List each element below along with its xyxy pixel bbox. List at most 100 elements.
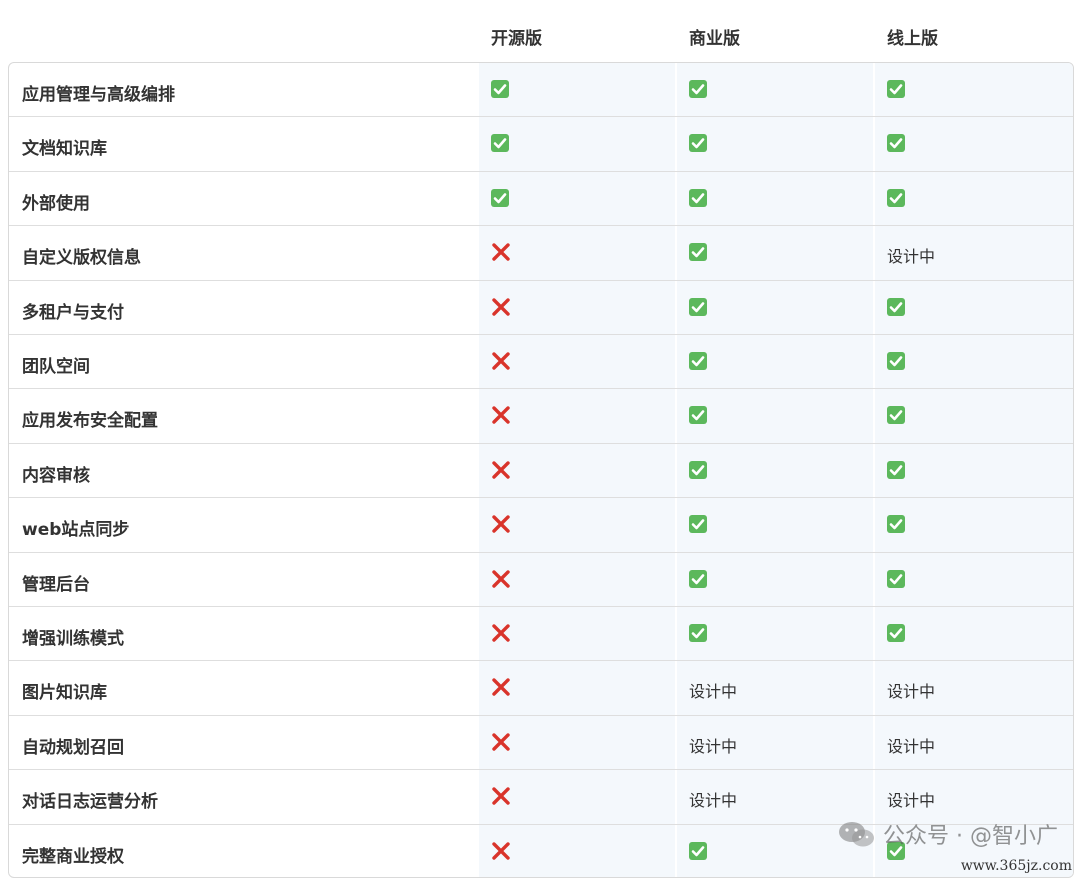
check-box-icon	[491, 188, 509, 207]
status-text: 设计中	[887, 736, 936, 756]
cell-online	[887, 460, 909, 482]
check-box-icon	[689, 515, 707, 534]
cell-commercial	[689, 242, 711, 264]
cell-open-source	[491, 841, 513, 863]
cell-open-source	[491, 786, 513, 808]
cell-online	[887, 188, 909, 210]
feature-label: 自定义版权信息	[22, 248, 141, 269]
cross-mark-icon	[491, 732, 511, 752]
cross-mark-icon	[491, 242, 511, 262]
check-box-icon	[887, 460, 905, 479]
cross-mark-icon	[491, 569, 511, 589]
table-row: 内容审核	[9, 444, 1073, 499]
wechat-icon	[839, 822, 875, 847]
feature-label: 团队空间	[22, 357, 90, 377]
cell-commercial	[689, 623, 711, 645]
cell-online	[887, 351, 909, 373]
cell-open-source	[491, 514, 513, 536]
table-row: 应用管理与高级编排	[9, 63, 1073, 118]
table-header: 开源版 商业版 线上版	[0, 0, 1080, 62]
cell-commercial	[689, 841, 711, 863]
cell-commercial	[689, 188, 711, 210]
table-row: 文档知识库	[9, 117, 1073, 172]
table-row: 应用发布安全配置	[9, 389, 1073, 444]
feature-label: 外部使用	[22, 193, 90, 214]
cross-mark-icon	[491, 677, 511, 697]
feature-label: 应用管理与高级编排	[22, 85, 175, 105]
table-row: 自定义版权信息 设计中	[9, 226, 1073, 281]
check-box-icon	[689, 460, 707, 479]
table-row: 团队空间	[9, 335, 1073, 390]
column-header-commercial: 商业版	[689, 29, 740, 49]
check-box-icon	[491, 134, 509, 153]
status-text: 设计中	[689, 736, 738, 756]
column-header-open-source: 开源版	[491, 29, 542, 49]
cell-commercial	[689, 405, 711, 427]
cell-open-source	[491, 569, 513, 591]
cell-commercial: 设计中	[689, 732, 737, 756]
feature-label: 自动规划召回	[22, 737, 124, 758]
cell-online	[887, 79, 909, 101]
cell-commercial	[689, 133, 711, 155]
check-box-icon	[689, 624, 707, 642]
status-text: 设计中	[887, 791, 936, 811]
watermark-text: 公众号 · @智小广	[883, 824, 1058, 849]
check-box-icon	[689, 243, 707, 262]
cell-commercial: 设计中	[689, 677, 737, 701]
feature-label: 图片知识库	[22, 683, 107, 704]
check-box-icon	[887, 515, 905, 534]
check-box-icon	[689, 569, 707, 588]
watermark: 公众号 · @智小广	[837, 818, 1058, 850]
table-row: 图片知识库 设计中 设计中	[9, 661, 1073, 716]
check-box-icon	[887, 80, 905, 98]
cross-mark-icon	[491, 623, 511, 643]
check-box-icon	[689, 841, 707, 860]
feature-label: 完整商业授权	[22, 846, 124, 867]
cell-open-source	[491, 133, 513, 155]
table-row: 自动规划召回 设计中 设计中	[9, 716, 1073, 771]
table-row: 对话日志运营分析 设计中 设计中	[9, 770, 1073, 825]
feature-label: 增强训练模式	[22, 629, 124, 649]
cross-mark-icon	[491, 405, 511, 425]
status-text: 设计中	[689, 791, 738, 811]
feature-label: 内容审核	[22, 465, 90, 486]
cell-open-source	[491, 623, 513, 645]
comparison-table: 应用管理与高级编排 文档知识库 外部使用 自定义版权信息 设计中 多租户与支付 团队空间 应用…	[8, 62, 1074, 878]
table-row: 增强训练模式	[9, 607, 1073, 662]
column-header-online: 线上版	[887, 29, 938, 49]
cross-mark-icon	[491, 460, 511, 480]
check-box-icon	[887, 352, 905, 370]
cross-mark-icon	[491, 786, 511, 806]
cell-open-source	[491, 351, 513, 373]
check-box-icon	[887, 297, 905, 316]
status-text: 设计中	[887, 682, 936, 702]
cell-open-source	[491, 79, 513, 101]
cell-commercial	[689, 351, 711, 373]
cross-mark-icon	[491, 351, 511, 371]
check-box-icon	[689, 80, 707, 98]
check-box-icon	[689, 188, 707, 207]
cell-online	[887, 623, 909, 645]
cell-online: 设计中	[887, 677, 935, 701]
cell-online	[887, 514, 909, 536]
cell-commercial	[689, 514, 711, 536]
status-text: 设计中	[689, 682, 738, 702]
cell-open-source	[491, 460, 513, 482]
cross-mark-icon	[491, 514, 511, 534]
check-box-icon	[887, 188, 905, 207]
cell-commercial	[689, 79, 711, 101]
cell-online	[887, 569, 909, 591]
cell-online: 设计中	[887, 786, 935, 810]
check-box-icon	[689, 352, 707, 370]
table-row: web站点同步	[9, 498, 1073, 553]
feature-label: web站点同步	[22, 520, 130, 541]
cell-online: 设计中	[887, 242, 935, 266]
cell-open-source	[491, 188, 513, 210]
check-box-icon	[689, 297, 707, 316]
check-box-icon	[689, 134, 707, 153]
cell-open-source	[491, 242, 513, 264]
table-row: 管理后台	[9, 553, 1073, 607]
check-box-icon	[689, 406, 707, 425]
check-box-icon	[887, 624, 905, 642]
cross-mark-icon	[491, 841, 511, 861]
